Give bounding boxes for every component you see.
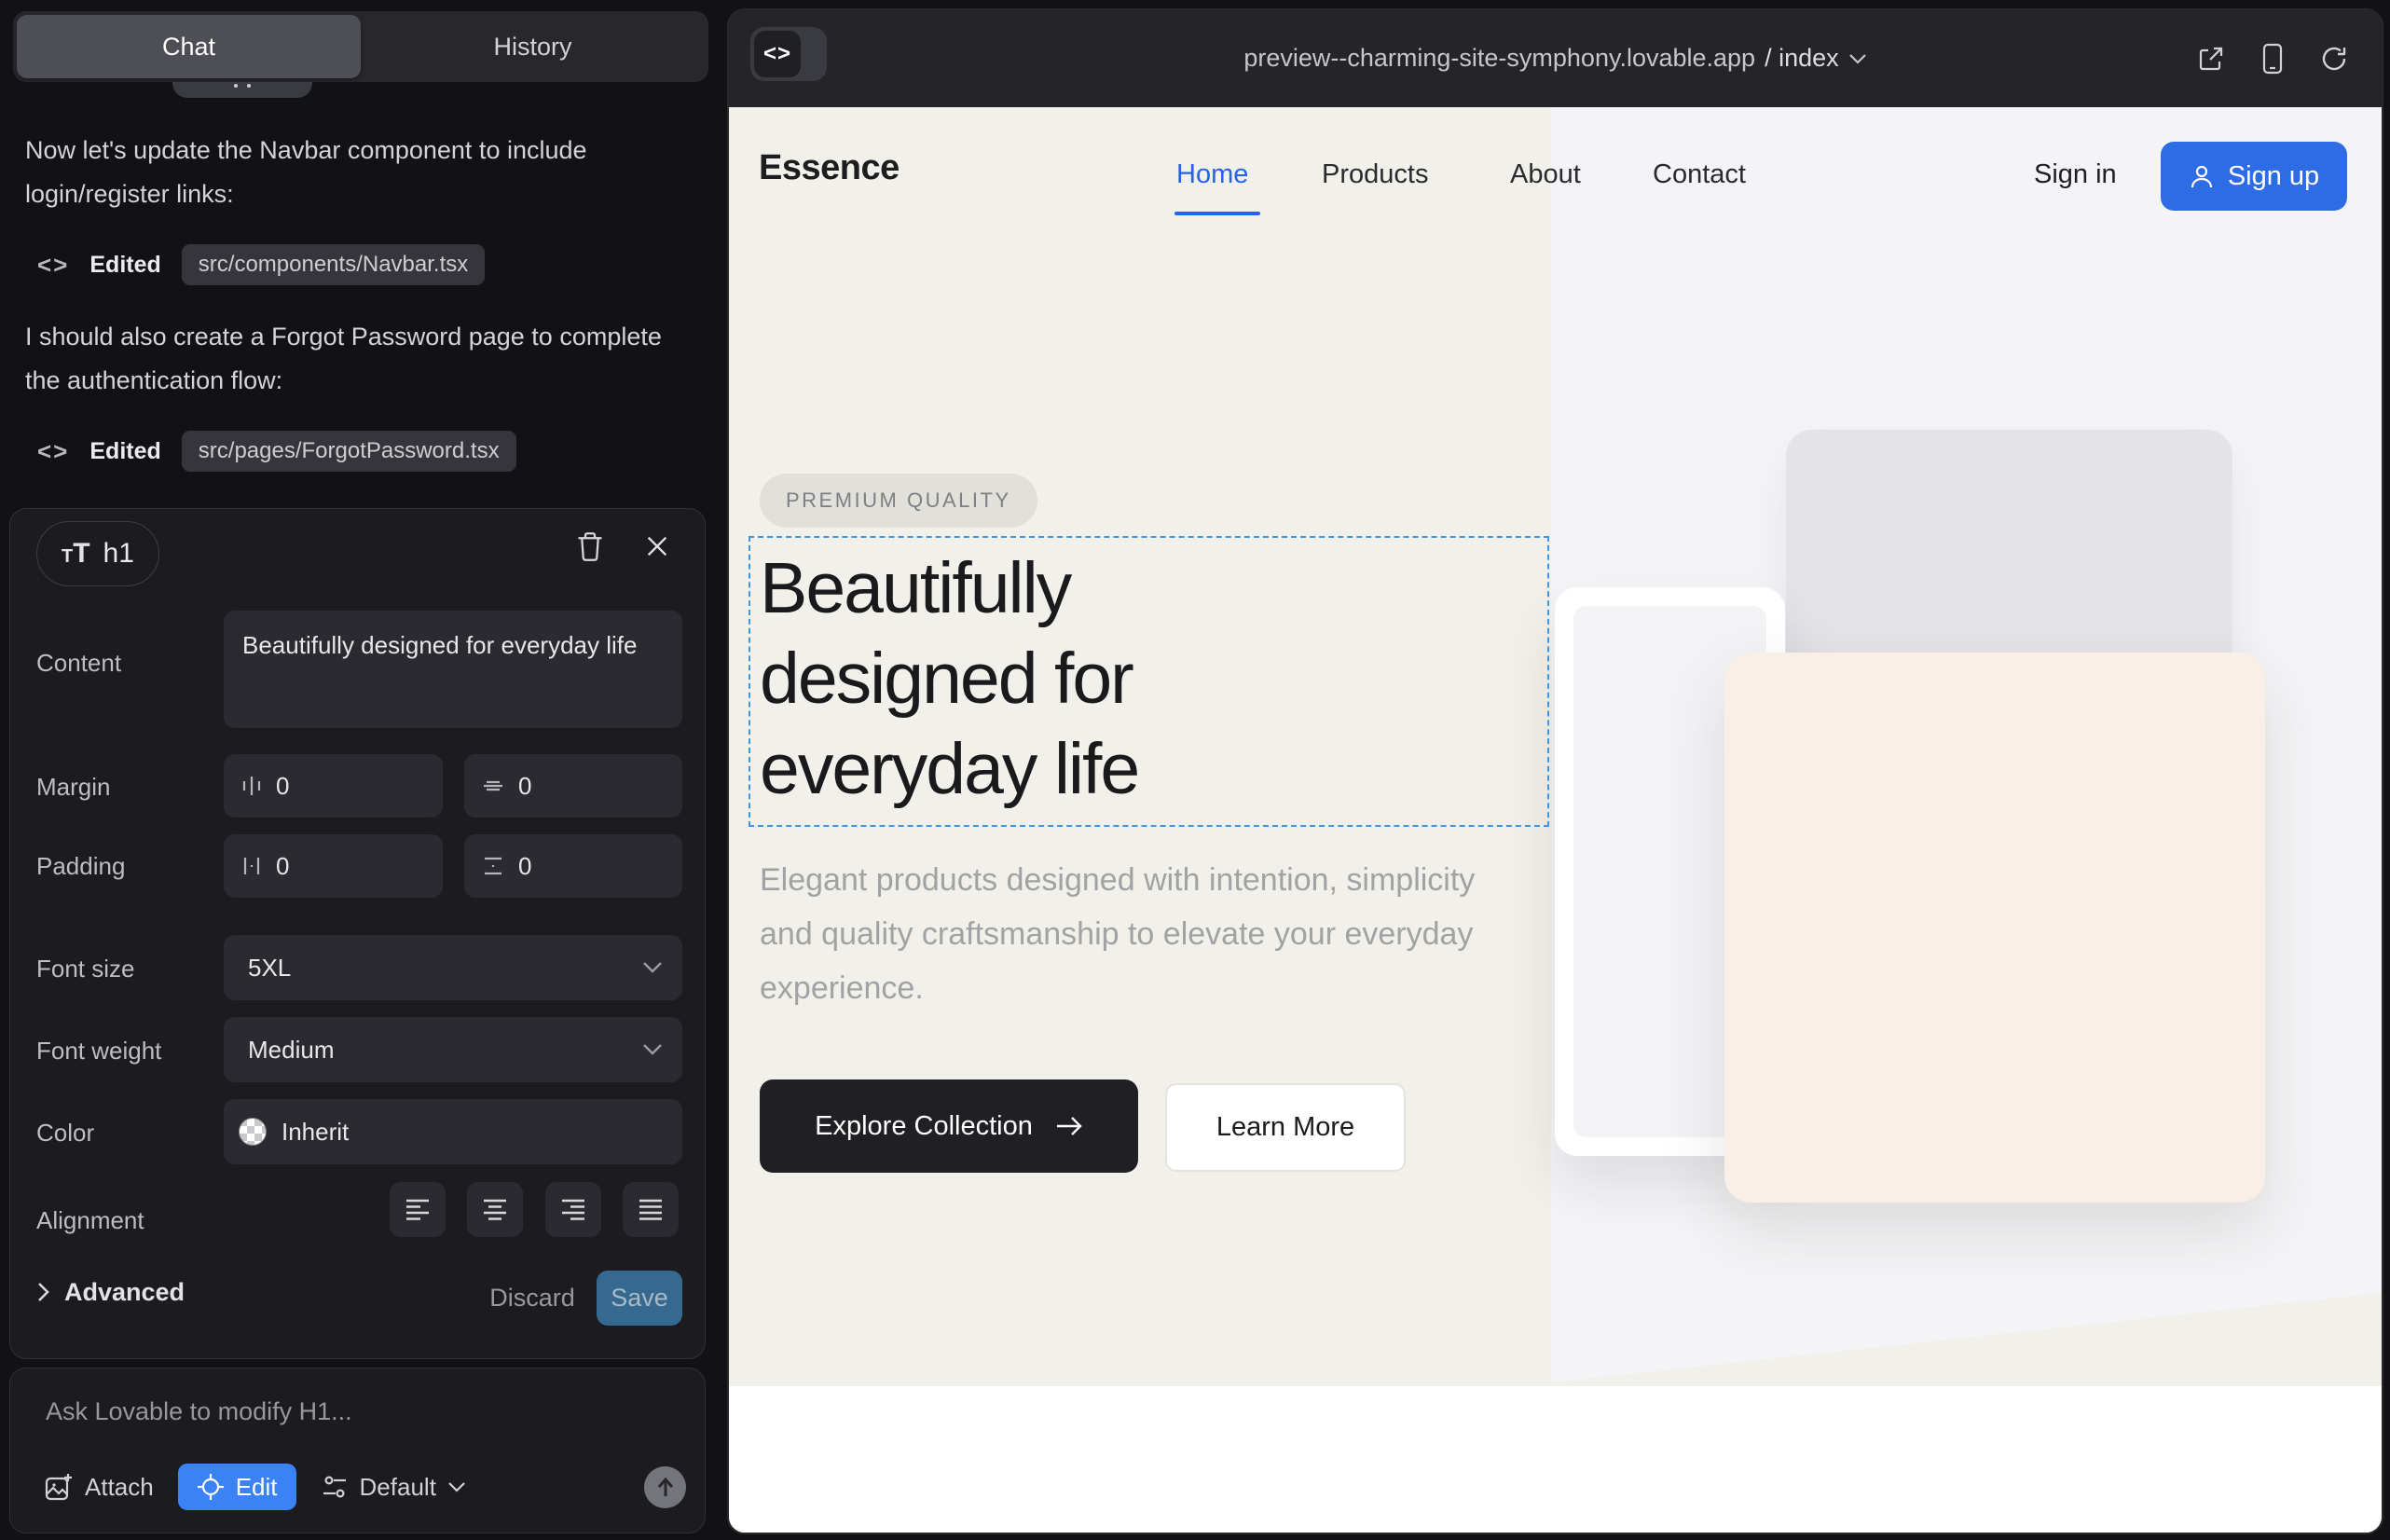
nav-link-contact[interactable]: Contact bbox=[1653, 159, 1746, 190]
hero-shape-cream bbox=[1724, 653, 2265, 1203]
close-icon bbox=[644, 533, 670, 559]
file-chip[interactable]: src/components/Navbar.tsx bbox=[182, 244, 485, 285]
chat-sidebar: Chat History Now let's update the Navbar… bbox=[0, 0, 728, 1540]
align-right-button[interactable] bbox=[545, 1182, 601, 1237]
font-size-label: Font size bbox=[36, 955, 135, 983]
open-external-icon[interactable] bbox=[2196, 44, 2226, 74]
trash-icon bbox=[576, 530, 604, 562]
tab-chat[interactable]: Chat bbox=[17, 15, 361, 78]
color-select[interactable]: Inherit bbox=[224, 1099, 682, 1164]
site-brand[interactable]: Essence bbox=[759, 148, 900, 188]
element-editor-panel: TT h1 Content Beautifully designed for e… bbox=[9, 508, 706, 1359]
preview-header: <> preview--charming-site-symphony.lovab… bbox=[728, 9, 2383, 107]
element-tag-badge: TT h1 bbox=[36, 521, 159, 586]
code-icon: <> bbox=[37, 251, 69, 280]
font-weight-select[interactable]: Medium bbox=[224, 1017, 682, 1082]
arrow-right-icon bbox=[1055, 1115, 1083, 1137]
code-icon: <> bbox=[37, 437, 69, 466]
discard-button[interactable]: Discard bbox=[481, 1271, 584, 1326]
padding-x-input[interactable]: 0 bbox=[224, 834, 443, 898]
edited-file-row[interactable]: <> Edited src/components/Navbar.tsx bbox=[37, 244, 485, 285]
send-button[interactable] bbox=[644, 1466, 686, 1508]
padding-x-icon bbox=[240, 854, 263, 878]
alignment-label: Alignment bbox=[36, 1206, 144, 1235]
preview-url-bar[interactable]: preview--charming-site-symphony.lovable.… bbox=[728, 9, 2383, 107]
margin-label: Margin bbox=[36, 773, 110, 802]
mobile-view-icon[interactable] bbox=[2261, 43, 2284, 75]
align-left-button[interactable] bbox=[390, 1182, 446, 1237]
padding-y-icon bbox=[481, 855, 505, 877]
margin-x-icon bbox=[240, 774, 263, 798]
chevron-down-icon bbox=[1848, 53, 1867, 64]
nav-link-about[interactable]: About bbox=[1510, 159, 1581, 190]
preview-url: preview--charming-site-symphony.lovable.… bbox=[1243, 44, 1755, 73]
nav-link-home[interactable]: Home bbox=[1176, 159, 1248, 190]
select-target-icon bbox=[197, 1473, 225, 1501]
chevron-down-icon bbox=[447, 1481, 466, 1492]
model-default-selector[interactable]: Default bbox=[321, 1473, 466, 1502]
chevron-down-icon bbox=[641, 1043, 664, 1056]
nav-link-products[interactable]: Products bbox=[1322, 159, 1428, 190]
margin-y-icon bbox=[481, 775, 505, 797]
chevron-right-icon bbox=[36, 1282, 49, 1302]
chat-history-tabbar: Chat History bbox=[13, 11, 708, 82]
preview-actions bbox=[2196, 9, 2349, 107]
delete-element-button[interactable] bbox=[570, 526, 611, 567]
attach-button[interactable]: Attach bbox=[44, 1472, 154, 1502]
preview-window: <> preview--charming-site-symphony.lovab… bbox=[728, 9, 2383, 1533]
clipped-message-pill bbox=[172, 82, 312, 98]
site-next-section bbox=[729, 1386, 2382, 1533]
align-justify-button[interactable] bbox=[623, 1182, 679, 1237]
align-justify-icon bbox=[637, 1198, 665, 1222]
color-swatch bbox=[239, 1118, 267, 1146]
site-preview: Essence Home Products About Contact Sign… bbox=[729, 107, 2382, 1533]
lovable-app: Chat History Now let's update the Navbar… bbox=[0, 0, 2390, 1540]
preview-path: / index bbox=[1765, 44, 1839, 73]
chat-input-panel: Attach Edit Default bbox=[9, 1368, 706, 1533]
advanced-toggle[interactable]: Advanced bbox=[36, 1264, 185, 1320]
align-center-button[interactable] bbox=[467, 1182, 523, 1237]
hero-heading[interactable]: Beautifully designed for everyday life bbox=[760, 543, 1138, 815]
type-icon: TT bbox=[62, 538, 90, 570]
chat-input-toolbar: Attach Edit Default bbox=[44, 1464, 466, 1510]
font-weight-label: Font weight bbox=[36, 1037, 161, 1066]
edited-label: Edited bbox=[89, 252, 160, 279]
edited-file-row[interactable]: <> Edited src/pages/ForgotPassword.tsx bbox=[37, 431, 516, 472]
align-right-icon bbox=[559, 1198, 587, 1222]
padding-label: Padding bbox=[36, 852, 125, 881]
arrow-up-icon bbox=[655, 1477, 676, 1499]
chevron-down-icon bbox=[641, 961, 664, 974]
tab-history[interactable]: History bbox=[361, 15, 705, 78]
padding-y-input[interactable]: 0 bbox=[464, 834, 682, 898]
align-left-icon bbox=[404, 1198, 432, 1222]
margin-y-input[interactable]: 0 bbox=[464, 754, 682, 818]
color-label: Color bbox=[36, 1119, 94, 1148]
save-button[interactable]: Save bbox=[597, 1271, 682, 1326]
hero-paragraph: Elegant products designed with intention… bbox=[760, 853, 1515, 1015]
chat-input[interactable] bbox=[44, 1396, 659, 1427]
edit-mode-button[interactable]: Edit bbox=[178, 1464, 296, 1510]
margin-x-input[interactable]: 0 bbox=[224, 754, 443, 818]
explore-collection-button[interactable]: Explore Collection bbox=[760, 1079, 1138, 1173]
content-input[interactable]: Beautifully designed for everyday life bbox=[224, 611, 682, 728]
premium-quality-badge: PREMIUM QUALITY bbox=[760, 474, 1037, 528]
chat-message: I should also create a Forgot Password p… bbox=[25, 315, 687, 403]
nav-home-underline bbox=[1174, 212, 1260, 215]
font-size-select[interactable]: 5XL bbox=[224, 935, 682, 1000]
sign-in-link[interactable]: Sign in bbox=[2034, 159, 2117, 190]
user-icon bbox=[2189, 163, 2215, 189]
content-label: Content bbox=[36, 649, 121, 678]
sliders-icon bbox=[321, 1474, 349, 1500]
file-chip[interactable]: src/pages/ForgotPassword.tsx bbox=[182, 431, 516, 472]
chat-message: Now let's update the Navbar component to… bbox=[25, 129, 687, 216]
align-center-icon bbox=[481, 1198, 509, 1222]
close-panel-button[interactable] bbox=[637, 526, 678, 567]
edited-label: Edited bbox=[89, 438, 160, 465]
sign-up-button[interactable]: Sign up bbox=[2161, 142, 2347, 211]
refresh-icon[interactable] bbox=[2319, 44, 2349, 74]
attach-image-icon bbox=[44, 1472, 74, 1502]
learn-more-button[interactable]: Learn More bbox=[1165, 1083, 1406, 1172]
element-tag-name: h1 bbox=[103, 538, 134, 570]
